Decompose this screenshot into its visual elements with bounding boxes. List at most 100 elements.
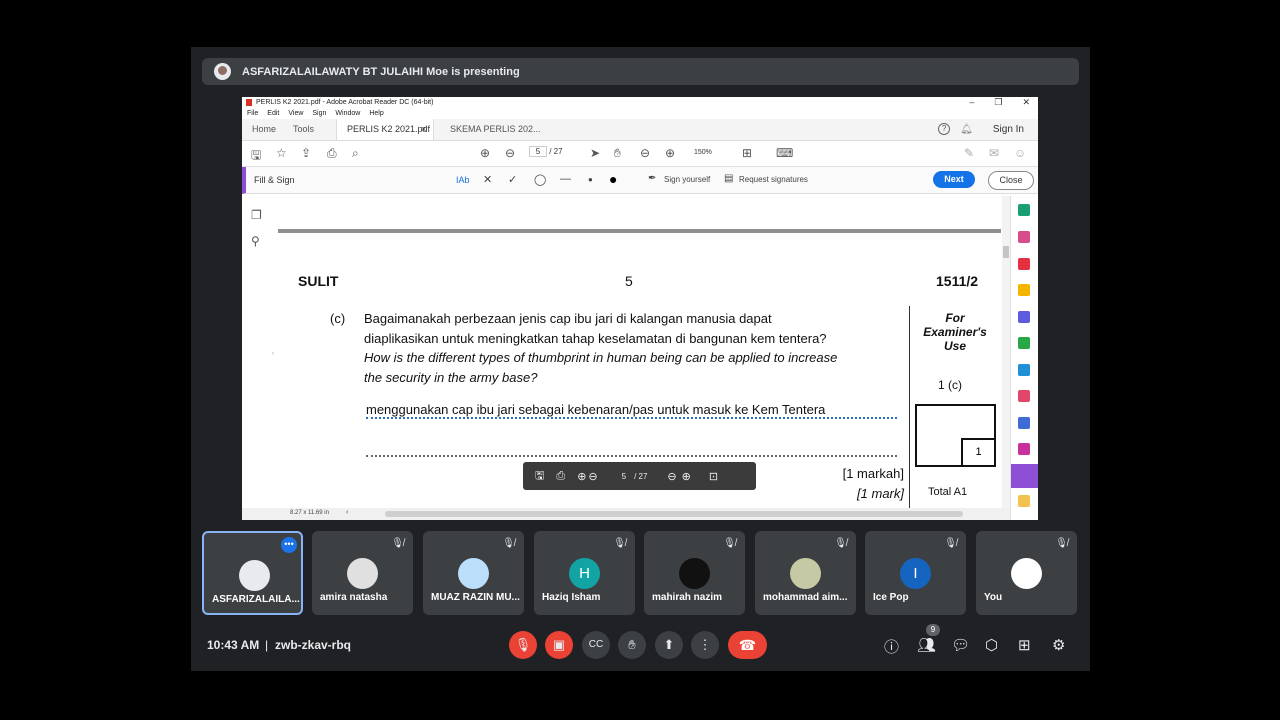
captions-button[interactable]: CC	[582, 631, 610, 659]
sign-in-link[interactable]: Sign In	[993, 124, 1024, 135]
participant-tile-asfarizalaila[interactable]: ••• ASFARIZALAILA...	[202, 531, 303, 615]
print-icon[interactable]: ⎙	[327, 146, 337, 161]
upload-icon[interactable]: ⇪	[301, 146, 311, 160]
check-mark-icon[interactable]: ✓	[508, 173, 517, 186]
mic-off-button[interactable]: 🎙︎	[509, 631, 537, 659]
close-button[interactable]: Close	[988, 171, 1034, 190]
vertical-scrollbar[interactable]	[1002, 196, 1010, 508]
save-icon[interactable]: 🖫︎	[251, 146, 261, 167]
request-signatures-link[interactable]: Request signatures	[739, 175, 808, 184]
protect-icon[interactable]	[1018, 417, 1030, 429]
participant-tile-mohammad[interactable]: 🎙︎̸ mohammad aim...	[755, 531, 856, 615]
page-up-icon[interactable]: ⊕	[480, 146, 490, 160]
cross-mark-icon[interactable]: ✕	[483, 173, 492, 186]
star-icon[interactable]: ☆	[276, 146, 287, 160]
line-icon[interactable]: —	[560, 173, 571, 185]
compress-icon[interactable]	[1018, 364, 1030, 376]
page-down-icon[interactable]: ⊖	[505, 146, 515, 160]
menu-help[interactable]: Help	[369, 110, 383, 117]
keyboard-icon[interactable]: ⌨︎	[776, 146, 793, 160]
help-icon[interactable]: ?	[938, 123, 951, 135]
float-print-icon[interactable]: ⎙	[556, 470, 565, 483]
float-down-icon[interactable]: ⊖	[588, 470, 597, 483]
participant-tile-you[interactable]: 🎙︎̸ You	[976, 531, 1077, 615]
export-pdf-icon[interactable]	[1018, 204, 1030, 216]
ellipse-icon[interactable]: ◯	[534, 173, 546, 186]
menu-view[interactable]: View	[288, 110, 303, 117]
more-tools-icon[interactable]	[1018, 495, 1030, 507]
zoom-level[interactable]: 150%	[694, 149, 712, 156]
request-signatures-icon[interactable]: ▤	[724, 173, 733, 184]
participant-tile-haziq[interactable]: 🎙︎̸ H Haziq Isham	[534, 531, 635, 615]
page-number-input[interactable]: 5	[529, 146, 547, 157]
combine-files-icon[interactable]	[1018, 311, 1030, 323]
fill-sign-selected-icon[interactable]	[1011, 464, 1038, 488]
float-save-icon[interactable]: 🖫︎	[535, 467, 544, 486]
add-text-tool[interactable]: IAb	[456, 175, 470, 185]
camera-off-button[interactable]: ▣	[545, 631, 573, 659]
collapse-arrow-icon[interactable]: ‹	[272, 351, 274, 357]
pages-icon[interactable]: ❐	[251, 208, 262, 222]
scan-icon[interactable]	[1018, 443, 1030, 455]
hand-tool-icon[interactable]: ✋︎	[614, 146, 621, 161]
search-icon[interactable]: ⌕	[352, 146, 359, 161]
people-icon[interactable]: 👥︎	[917, 636, 936, 654]
grid-view-icon[interactable]: ⊞	[1018, 636, 1031, 654]
comment-icon[interactable]	[1018, 284, 1030, 296]
minimize-icon[interactable]: –	[969, 97, 974, 108]
bell-icon[interactable]: 🔔︎	[960, 124, 973, 135]
present-button[interactable]: ⬆	[655, 631, 683, 659]
maximize-icon[interactable]: ❐	[994, 97, 1002, 108]
tab-active-document[interactable]: PERLIS K2 2021.pdf ×	[336, 119, 434, 140]
fill-sign-tool-icon[interactable]	[1018, 390, 1030, 402]
more-options-icon[interactable]: •••	[281, 537, 297, 553]
host-controls-icon[interactable]: ⚙︎	[1052, 636, 1065, 654]
sign-yourself-icon[interactable]: ✒	[648, 173, 656, 184]
zoom-out-icon[interactable]: ⊖	[640, 146, 650, 160]
mail-icon[interactable]: ✉	[989, 146, 999, 160]
menu-edit[interactable]: Edit	[267, 110, 279, 117]
answer-text[interactable]: menggunakan cap ibu jari sebagai kebenar…	[366, 402, 825, 417]
float-zoom-in-icon[interactable]: ⊕	[682, 470, 691, 483]
edit-pdf-icon[interactable]	[1018, 337, 1030, 349]
float-page-number[interactable]: 5	[622, 472, 626, 481]
scroll-left-icon[interactable]: ‹	[346, 509, 348, 516]
tab-home[interactable]: Home	[252, 124, 276, 134]
account-icon[interactable]: ☺	[1014, 146, 1026, 160]
organize-pages-icon[interactable]	[1018, 231, 1030, 243]
end-call-button[interactable]: ☎︎	[728, 631, 767, 659]
participant-tile-icepop[interactable]: 🎙︎̸ I Ice Pop	[865, 531, 966, 615]
chat-icon[interactable]: 💬︎	[951, 636, 970, 654]
participant-tile-amira[interactable]: 🎙︎̸ amira natasha	[312, 531, 413, 615]
menu-sign[interactable]: Sign	[312, 110, 326, 117]
zoom-in-icon[interactable]: ⊕	[665, 146, 675, 160]
fit-page-icon[interactable]: ⊞	[742, 146, 752, 160]
create-pdf-icon[interactable]	[1018, 258, 1030, 270]
participant-tile-muaz[interactable]: 🎙︎̸ MUAZ RAZIN MU...	[423, 531, 524, 615]
float-fit-icon[interactable]: ⊡	[709, 470, 718, 483]
sign-pen-icon[interactable]: ✎	[964, 146, 974, 160]
activities-icon[interactable]: ⬡	[985, 636, 998, 654]
participant-tile-mahirah[interactable]: 🎙︎̸ mahirah nazim	[644, 531, 745, 615]
vertical-scroll-thumb[interactable]	[1003, 246, 1009, 258]
tab-second-document[interactable]: SKEMA PERLIS 202...	[450, 124, 541, 134]
menu-window[interactable]: Window	[335, 110, 360, 117]
menu-file[interactable]: File	[247, 110, 258, 117]
float-zoom-out-icon[interactable]: ⊖	[667, 470, 676, 483]
color-dot-icon[interactable]: ●	[609, 171, 617, 187]
small-dot-icon[interactable]: ●	[588, 175, 593, 184]
sign-yourself-link[interactable]: Sign yourself	[664, 175, 710, 184]
raise-hand-button[interactable]: ✋︎	[618, 631, 646, 659]
float-up-icon[interactable]: ⊕	[577, 470, 586, 483]
next-button[interactable]: Next	[933, 171, 975, 188]
info-icon[interactable]: ⓘ	[884, 636, 899, 657]
select-cursor-icon[interactable]: ➤	[590, 146, 600, 160]
attachment-icon[interactable]: ⚲	[251, 234, 260, 248]
horizontal-scroll-thumb[interactable]	[385, 511, 963, 517]
mic-off-icon: 🎙︎̸	[502, 538, 515, 549]
tab-tools[interactable]: Tools	[293, 124, 314, 134]
more-options-button[interactable]: ⋮	[691, 631, 719, 659]
tab-close-icon[interactable]: ×	[421, 124, 426, 134]
question-en-line1: How is the different types of thumbprint…	[364, 350, 838, 365]
close-window-icon[interactable]: ✕	[1022, 97, 1030, 108]
